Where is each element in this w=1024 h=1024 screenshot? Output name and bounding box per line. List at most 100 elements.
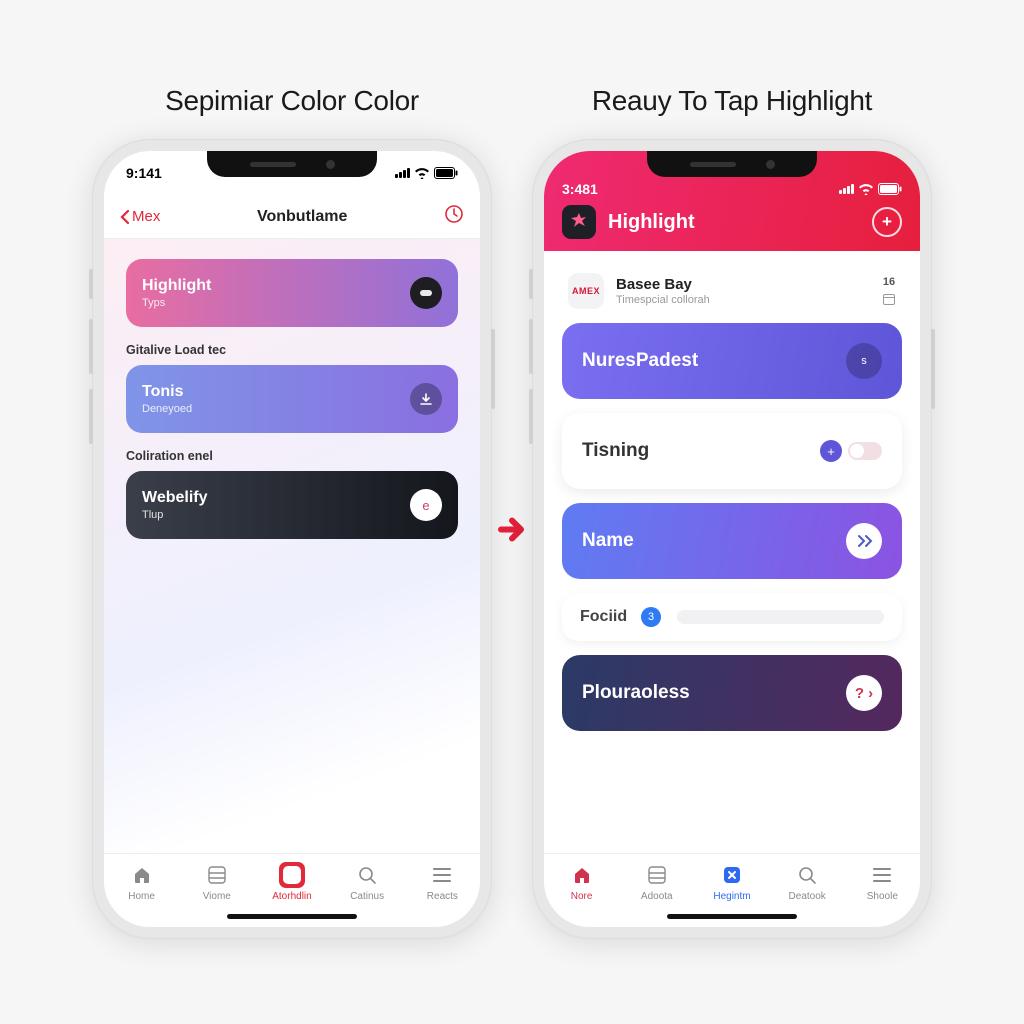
tab-catinus[interactable]: Catinus — [338, 862, 396, 902]
tag-icon — [419, 288, 433, 298]
tab-nore[interactable]: Nore — [553, 862, 611, 902]
card-sub: Deneyoed — [142, 403, 192, 415]
card-badge[interactable]: s — [846, 343, 882, 379]
phone-right: 3:481 Highlight — [532, 139, 932, 939]
add-button[interactable]: + — [872, 207, 902, 237]
tab-deatook[interactable]: Deatook — [778, 862, 836, 902]
tab-label: Deatook — [789, 891, 826, 902]
status-time: 9:141 — [126, 165, 162, 181]
content-left[interactable]: Highlight Typs Gitalive Load tec Tonis D… — [104, 239, 480, 853]
home-icon — [569, 862, 595, 888]
menu-icon — [869, 862, 895, 888]
card-title: Highlight — [142, 277, 211, 295]
tab-label: Catinus — [350, 891, 384, 902]
chevron-right-icon — [855, 534, 873, 548]
row-title: Basee Bay — [616, 276, 710, 293]
tab-label: Adoota — [641, 891, 673, 902]
card-fociid[interactable]: Fociid 3 — [562, 593, 902, 641]
volume-up — [89, 319, 93, 374]
row-sub: Timespcial collorah — [616, 294, 710, 306]
card-icon[interactable] — [410, 383, 442, 415]
card-title: Tonis — [142, 383, 192, 401]
progress-bar — [677, 610, 884, 624]
search-icon — [794, 862, 820, 888]
card-title: Fociid — [580, 608, 627, 626]
nav-bar: Mex Vonbutlame — [104, 195, 480, 239]
calendar-icon — [882, 292, 896, 306]
home-icon — [129, 862, 155, 888]
signal-icon — [839, 184, 854, 194]
left-column: Sepimiar Color Color 9:141 — [92, 85, 492, 939]
back-label: Mex — [132, 208, 160, 225]
right-column: Reauy To Tap Highlight 3:481 — [532, 85, 932, 939]
card-title: NuresPadest — [582, 350, 698, 372]
content-right[interactable]: AMEX Basee Bay Timespcial collorah 16 Nu… — [544, 251, 920, 853]
status-time: 3:481 — [562, 181, 598, 197]
card-tisning[interactable]: Tisning + — [562, 413, 902, 489]
tab-label: Shoole — [867, 891, 898, 902]
toggle[interactable]: + — [820, 440, 882, 462]
tab-home[interactable]: Home — [113, 862, 171, 902]
mute-switch — [529, 269, 533, 299]
card-action[interactable] — [846, 523, 882, 559]
switch[interactable] — [848, 442, 882, 460]
card-nurespadest[interactable]: NuresPadest s — [562, 323, 902, 399]
tab-label: Reacts — [427, 891, 458, 902]
card-webelify[interactable]: Webelify Tlup e — [126, 471, 458, 539]
phone-left: 9:141 Mex Vonbutlame — [92, 139, 492, 939]
notch — [207, 151, 377, 177]
app-logo[interactable] — [562, 205, 596, 239]
notch — [647, 151, 817, 177]
card-title: Webelify — [142, 489, 208, 507]
battery-icon — [878, 183, 902, 195]
list-row-basee[interactable]: AMEX Basee Bay Timespcial collorah 16 — [562, 265, 902, 323]
header-title: Highlight — [608, 211, 860, 234]
card-highlight[interactable]: Highlight Typs — [126, 259, 458, 327]
card-action[interactable]: ? › — [846, 675, 882, 711]
status-bar: 3:481 — [562, 173, 902, 205]
download-icon — [419, 392, 433, 406]
tab-label: Atorhdlin — [272, 891, 311, 902]
transition-arrow-icon — [491, 509, 533, 556]
card-title: Tisning — [582, 440, 649, 462]
tab-hegintm[interactable]: Hegintm — [703, 862, 761, 902]
tab-reacts[interactable]: Reacts — [413, 862, 471, 902]
card-title: Name — [582, 530, 634, 552]
row-meta: 16 — [882, 276, 896, 306]
tab-viome[interactable]: Viome — [188, 862, 246, 902]
card-title: Plouraoless — [582, 682, 690, 704]
home-indicator[interactable] — [667, 914, 797, 919]
home-indicator[interactable] — [227, 914, 357, 919]
power-button — [931, 329, 935, 409]
chevron-left-icon — [120, 209, 130, 225]
section-label: Coliration enel — [126, 449, 458, 463]
volume-down — [529, 389, 533, 444]
screen-left: 9:141 Mex Vonbutlame — [104, 151, 480, 927]
tab-shoole[interactable]: Shoole — [853, 862, 911, 902]
tab-label: Nore — [571, 891, 593, 902]
card-icon[interactable] — [410, 277, 442, 309]
section-label: Gitalive Load tec — [126, 343, 458, 357]
tab-adoota[interactable]: Adoota — [628, 862, 686, 902]
nav-action-button[interactable] — [444, 204, 464, 229]
card-tonis[interactable]: Tonis Deneyoed — [126, 365, 458, 433]
menu-icon — [429, 862, 455, 888]
power-button — [491, 329, 495, 409]
screen-right: 3:481 Highlight — [544, 151, 920, 927]
mute-switch — [89, 269, 93, 299]
tab-label: Viome — [203, 891, 231, 902]
tab-atorhdlin[interactable]: Atorhdlin — [263, 862, 321, 902]
app-icon — [279, 862, 305, 888]
back-button[interactable]: Mex — [120, 208, 160, 225]
close-icon — [719, 862, 745, 888]
spark-icon — [569, 212, 589, 232]
tab-label: Home — [128, 891, 155, 902]
battery-icon — [434, 167, 458, 179]
right-title: Reauy To Tap Highlight — [592, 85, 872, 117]
card-name[interactable]: Name — [562, 503, 902, 579]
signal-icon — [395, 168, 410, 178]
nav-title: Vonbutlame — [257, 208, 347, 226]
card-icon[interactable]: e — [410, 489, 442, 521]
card-plouraoless[interactable]: Plouraoless ? › — [562, 655, 902, 731]
tab-label: Hegintm — [713, 891, 750, 902]
